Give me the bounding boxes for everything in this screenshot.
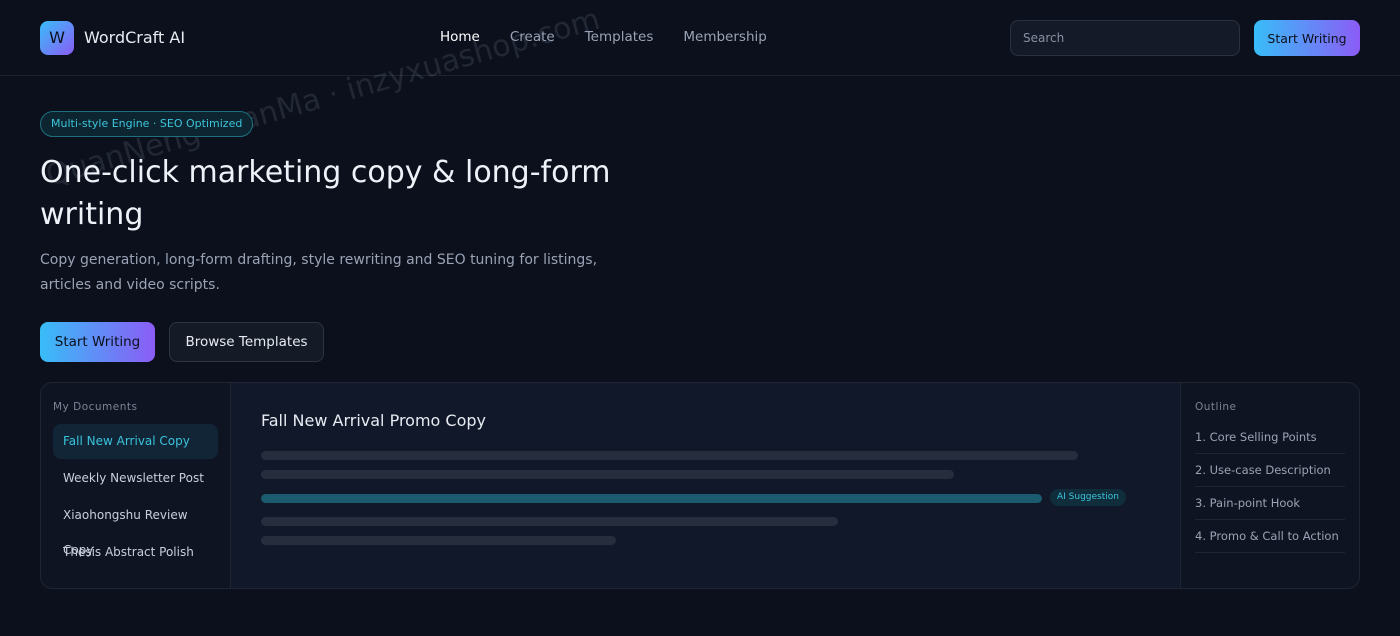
documents-title: My Documents — [53, 401, 138, 413]
documents-list: Fall New Arrival Copy Weekly Newsletter … — [53, 424, 218, 572]
ai-suggested-line[interactable] — [261, 494, 1042, 503]
nav-create[interactable]: Create — [510, 29, 555, 45]
outline-item-pain-point[interactable]: 3. Pain-point Hook — [1195, 487, 1345, 520]
document-item-weekly-newsletter[interactable]: Weekly Newsletter Post — [53, 461, 218, 496]
document-item-xiaohongshu-review[interactable]: Xiaohongshu Review Copy — [53, 498, 218, 557]
nav-home[interactable]: Home — [440, 29, 480, 45]
logo-icon[interactable]: W — [40, 21, 74, 55]
text-placeholder-line — [261, 470, 954, 479]
search-input[interactable] — [1010, 20, 1240, 56]
text-placeholder-line — [261, 451, 1078, 460]
text-placeholder-line — [261, 536, 616, 545]
editor-preview-panel: My Documents Fall New Arrival Copy Weekl… — [40, 382, 1360, 589]
ai-suggestion-badge[interactable]: AI Suggestion — [1050, 489, 1126, 506]
document-title: Fall New Arrival Promo Copy — [261, 411, 486, 430]
hero-subtitle: Copy generation, long-form drafting, sty… — [40, 252, 598, 293]
hero-title: One-click marketing copy & long-form wri… — [40, 155, 611, 232]
browse-templates-button[interactable]: Browse Templates — [169, 322, 324, 362]
top-header: W WordCraft AI Home Create Templates Mem… — [0, 0, 1400, 76]
document-item-fall-new-arrival[interactable]: Fall New Arrival Copy — [53, 424, 218, 459]
document-editor[interactable]: Fall New Arrival Promo Copy AI Suggestio… — [231, 383, 1180, 588]
brand-name[interactable]: WordCraft AI — [84, 28, 185, 47]
outline-sidebar: Outline 1. Core Selling Points 2. Use-ca… — [1180, 383, 1359, 588]
main-nav: Home Create Templates Membership — [440, 29, 797, 45]
outline-list: 1. Core Selling Points 2. Use-case Descr… — [1195, 421, 1345, 553]
outline-item-promo-cta[interactable]: 4. Promo & Call to Action — [1195, 520, 1345, 553]
header-start-writing-button[interactable]: Start Writing — [1254, 20, 1360, 56]
text-placeholder-line — [261, 517, 838, 526]
feature-badge: Multi-style Engine · SEO Optimized — [40, 111, 254, 137]
nav-membership[interactable]: Membership — [683, 29, 766, 45]
hero-start-writing-button[interactable]: Start Writing — [40, 322, 155, 362]
documents-sidebar: My Documents Fall New Arrival Copy Weekl… — [41, 383, 231, 588]
nav-templates[interactable]: Templates — [585, 29, 654, 45]
document-item-thesis-abstract[interactable]: Thesis Abstract Polish — [53, 535, 218, 570]
outline-title: Outline — [1195, 401, 1237, 413]
outline-item-use-case[interactable]: 2. Use-case Description — [1195, 454, 1345, 487]
outline-item-core-selling-points[interactable]: 1. Core Selling Points — [1195, 421, 1345, 454]
